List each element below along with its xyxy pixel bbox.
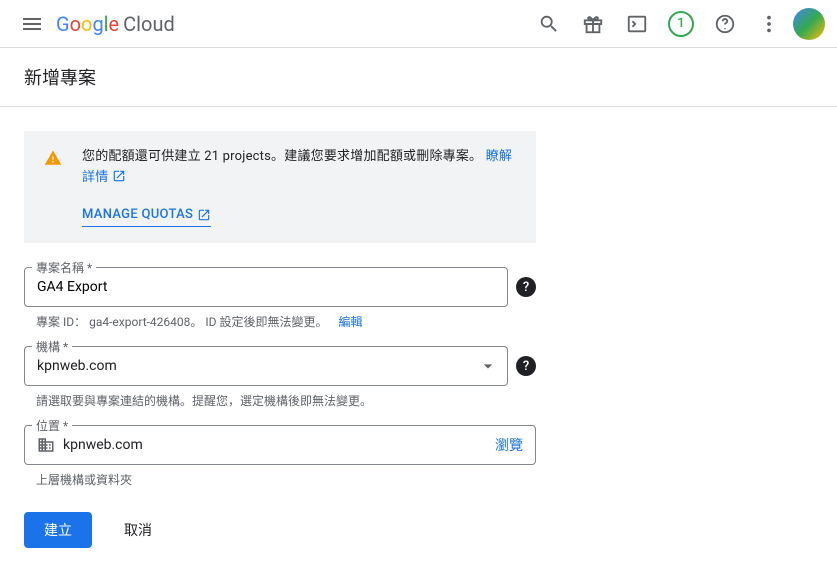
more-button[interactable] bbox=[749, 4, 789, 44]
create-button[interactable]: 建立 bbox=[24, 512, 92, 548]
help-tooltip-icon[interactable]: ? bbox=[516, 277, 536, 297]
logo[interactable]: Google Cloud bbox=[56, 12, 175, 36]
project-id-helper: 專案 ID： ga4-export-426408。 ID 設定後即無法變更。 編… bbox=[24, 313, 536, 330]
search-icon bbox=[538, 13, 560, 35]
external-link-icon bbox=[197, 208, 211, 222]
help-icon bbox=[714, 13, 736, 35]
manage-quotas-link[interactable]: MANAGE QUOTAS bbox=[82, 205, 211, 228]
location-value: kpnweb.com bbox=[63, 437, 487, 453]
project-name-input[interactable] bbox=[24, 267, 508, 307]
subheader: 新增專案 bbox=[0, 48, 837, 107]
search-button[interactable] bbox=[529, 4, 569, 44]
menu-button[interactable] bbox=[12, 4, 52, 44]
quota-notice: 您的配額還可供建立 21 projects。建議您要求增加配額或刪除專案。 瞭解… bbox=[24, 131, 536, 243]
location-field: kpnweb.com 瀏覽 bbox=[24, 425, 536, 465]
header: Google Cloud 1 bbox=[0, 0, 837, 48]
badge-count: 1 bbox=[668, 11, 694, 37]
gift-icon bbox=[582, 13, 604, 35]
organization-helper: 請選取要與專案連結的機構。提醒您，選定機構後即無法變更。 bbox=[24, 392, 536, 409]
notice-bold: 21 projects bbox=[204, 149, 271, 164]
organization-label: 機構 * bbox=[32, 338, 72, 355]
building-icon bbox=[37, 436, 55, 454]
project-name-group: 專案名稱 * ? 專案 ID： ga4-export-426408。 ID 設定… bbox=[24, 267, 536, 330]
more-vert-icon bbox=[758, 13, 780, 35]
action-bar: 建立 取消 bbox=[24, 512, 536, 548]
terminal-button[interactable] bbox=[617, 4, 657, 44]
page-title: 新增專案 bbox=[24, 64, 813, 90]
project-id-value: ga4-export-426408 bbox=[89, 315, 190, 329]
notice-text-pre: 您的配額還可供建立 bbox=[82, 149, 204, 164]
warning-icon bbox=[44, 149, 62, 167]
header-actions: 1 bbox=[529, 4, 825, 44]
gift-button[interactable] bbox=[573, 4, 613, 44]
organization-group: 機構 * kpnweb.com ? 請選取要與專案連結的機構。提醒您，選定機構後… bbox=[24, 346, 536, 409]
help-button[interactable] bbox=[705, 4, 745, 44]
avatar[interactable] bbox=[793, 8, 825, 40]
google-logo-text: Google bbox=[56, 12, 119, 36]
organization-value: kpnweb.com bbox=[37, 358, 117, 374]
cancel-button[interactable]: 取消 bbox=[104, 512, 172, 548]
notice-text-post: 。建議您要求增加配額或刪除專案。 bbox=[271, 149, 482, 164]
notifications-button[interactable]: 1 bbox=[661, 4, 701, 44]
location-label: 位置 * bbox=[32, 417, 72, 434]
terminal-icon bbox=[626, 13, 648, 35]
menu-icon bbox=[20, 12, 44, 36]
help-tooltip-icon[interactable]: ? bbox=[516, 356, 536, 376]
notice-body: 您的配額還可供建立 21 projects。建議您要求增加配額或刪除專案。 瞭解… bbox=[82, 147, 516, 227]
external-link-icon bbox=[112, 169, 126, 183]
content: 您的配額還可供建立 21 projects。建議您要求增加配額或刪除專案。 瞭解… bbox=[0, 107, 560, 572]
location-helper: 上層機構或資料夾 bbox=[24, 471, 536, 488]
location-group: 位置 * kpnweb.com 瀏覽 上層機構或資料夾 bbox=[24, 425, 536, 488]
organization-select[interactable]: kpnweb.com bbox=[24, 346, 508, 386]
edit-id-link[interactable]: 編輯 bbox=[338, 315, 362, 329]
cloud-text: Cloud bbox=[123, 12, 175, 36]
project-name-label: 專案名稱 * bbox=[32, 259, 96, 276]
browse-button[interactable]: 瀏覽 bbox=[495, 435, 523, 455]
